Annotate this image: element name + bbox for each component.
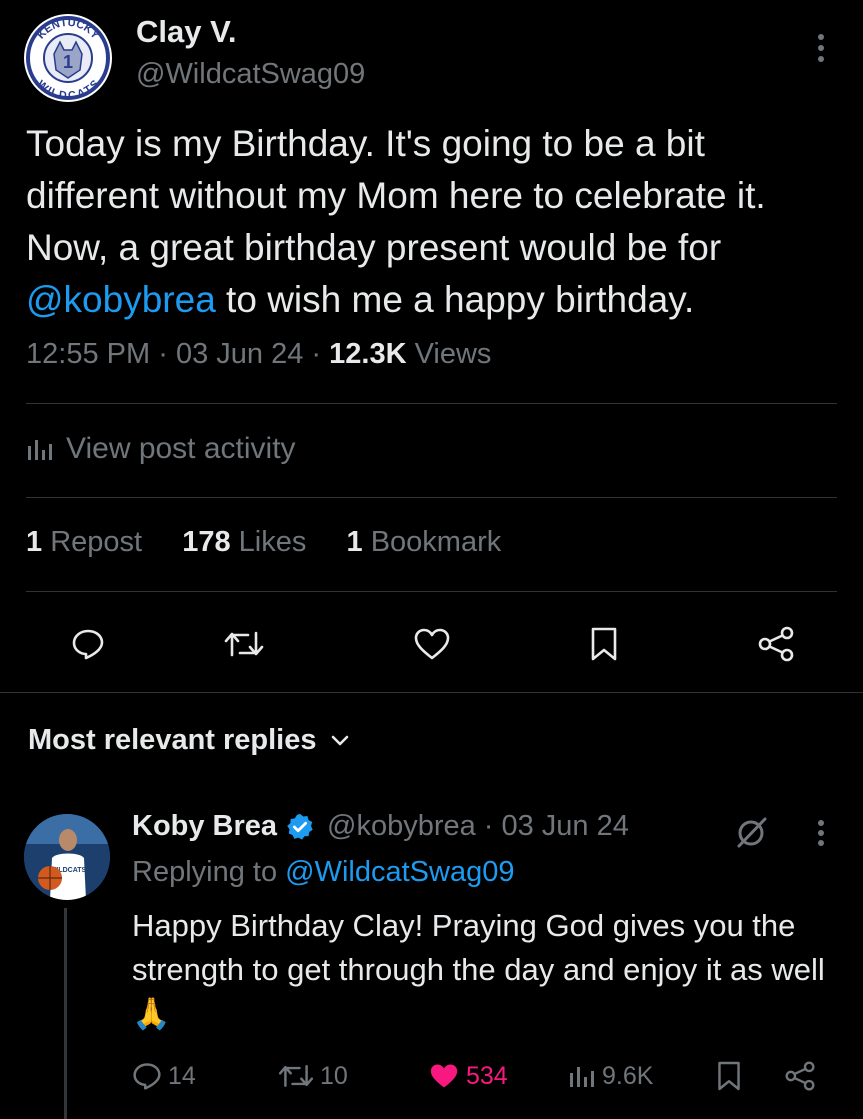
likes-stat[interactable]: 178 Likes bbox=[182, 526, 306, 558]
logo-number: 1 bbox=[63, 52, 73, 72]
divider bbox=[26, 403, 837, 404]
player-photo: WILDCATS bbox=[24, 814, 110, 900]
replying-to-handle-link[interactable]: @WildcatSwag09 bbox=[285, 856, 514, 888]
reply-avatar[interactable]: WILDCATS bbox=[24, 814, 110, 900]
reply-share-button[interactable] bbox=[784, 1058, 816, 1094]
replies-sort-label: Most relevant replies bbox=[28, 724, 317, 756]
likes-label: Likes bbox=[238, 526, 307, 558]
more-options-button[interactable] bbox=[806, 30, 836, 66]
view-post-activity-link[interactable]: View post activity bbox=[26, 432, 296, 466]
more-vertical-icon bbox=[818, 820, 824, 846]
repost-button[interactable] bbox=[220, 620, 268, 668]
reply-views-button[interactable]: 9.6K bbox=[568, 1058, 653, 1094]
reply-reply-button[interactable]: 14 bbox=[132, 1058, 196, 1094]
reply-date[interactable]: 03 Jun 24 bbox=[501, 810, 628, 843]
reply-repost-count: 10 bbox=[320, 1061, 348, 1090]
verified-badge-icon bbox=[287, 813, 313, 840]
divider bbox=[26, 591, 837, 592]
heart-icon bbox=[414, 628, 450, 660]
bookmark-button[interactable] bbox=[580, 620, 628, 668]
reply-view-count: 9.6K bbox=[602, 1061, 654, 1090]
bookmark-icon bbox=[718, 1061, 740, 1091]
section-divider bbox=[0, 692, 863, 693]
tweet-date[interactable]: 03 Jun 24 bbox=[176, 338, 303, 370]
repost-icon bbox=[278, 1065, 314, 1087]
replies-sort-dropdown[interactable]: Most relevant replies bbox=[28, 724, 349, 757]
tweet-text-start: Today is my Birthday. It's going to be a… bbox=[26, 123, 766, 268]
likes-count: 178 bbox=[182, 526, 231, 558]
reply-header: Koby Brea @kobybrea · 03 Jun 24 bbox=[132, 810, 629, 843]
engagement-stats: 1 Repost 178 Likes 1 Bookmark bbox=[26, 526, 501, 559]
reply-author-handle[interactable]: @kobybrea bbox=[327, 810, 476, 843]
author-avatar[interactable]: KENTUCKY WILDCATS 1 bbox=[24, 14, 112, 102]
reply-like-count: 534 bbox=[466, 1061, 508, 1090]
analytics-icon bbox=[570, 1067, 594, 1087]
tweet-time[interactable]: 12:55 PM bbox=[26, 338, 150, 370]
tweet-text: Today is my Birthday. It's going to be a… bbox=[26, 118, 841, 326]
share-icon bbox=[758, 626, 794, 662]
replying-to-label: Replying to bbox=[132, 856, 278, 888]
share-icon bbox=[785, 1061, 815, 1091]
repost-icon bbox=[224, 631, 264, 657]
views-count: 12.3K bbox=[329, 338, 407, 370]
bookmarks-stat[interactable]: 1 Bookmark bbox=[347, 526, 502, 558]
reply-icon bbox=[72, 629, 104, 660]
reposts-label: Repost bbox=[50, 526, 143, 558]
mention-link[interactable]: @kobybrea bbox=[26, 279, 216, 320]
bookmarks-count: 1 bbox=[346, 526, 363, 558]
view-post-activity-label: View post activity bbox=[66, 432, 296, 465]
bookmark-icon bbox=[591, 627, 617, 661]
reply-author-name[interactable]: Koby Brea bbox=[132, 810, 277, 843]
reply-repost-button[interactable]: 10 bbox=[278, 1058, 348, 1094]
heart-filled-icon bbox=[430, 1064, 458, 1088]
grok-button[interactable] bbox=[732, 812, 772, 852]
tweet-meta: 12:55 PM · 03 Jun 24 · 12.3K Views bbox=[26, 338, 491, 371]
reply-meta-separator: · bbox=[483, 810, 494, 842]
reply-more-options-button[interactable] bbox=[806, 816, 836, 850]
views-label: Views bbox=[414, 338, 492, 370]
bookmarks-label: Bookmark bbox=[370, 526, 502, 558]
grok-icon bbox=[737, 817, 767, 848]
more-vertical-icon bbox=[818, 34, 824, 62]
reposts-stat[interactable]: 1 Repost bbox=[26, 526, 142, 558]
divider bbox=[26, 497, 837, 498]
kentucky-wildcats-logo: KENTUCKY WILDCATS 1 bbox=[25, 15, 111, 102]
author-name[interactable]: Clay V. bbox=[136, 14, 237, 50]
replying-to-line: Replying to @WildcatSwag09 bbox=[132, 856, 514, 889]
analytics-icon bbox=[28, 440, 52, 460]
reply-text: Happy Birthday Clay! Praying God gives y… bbox=[132, 908, 825, 1031]
like-button[interactable] bbox=[408, 620, 456, 668]
tweet-text-end: to wish me a happy birthday. bbox=[215, 279, 695, 320]
meta-separator: · bbox=[311, 338, 322, 370]
author-handle[interactable]: @WildcatSwag09 bbox=[136, 58, 365, 91]
reply-like-button[interactable]: 534 bbox=[428, 1058, 508, 1094]
thread-line bbox=[64, 908, 67, 1119]
share-button[interactable] bbox=[752, 620, 800, 668]
reply-icon bbox=[133, 1063, 161, 1090]
reply-bookmark-button[interactable] bbox=[716, 1058, 742, 1094]
chevron-down-icon bbox=[331, 735, 348, 745]
reply-reply-count: 14 bbox=[168, 1061, 196, 1090]
meta-separator: · bbox=[158, 338, 168, 370]
reposts-count: 1 bbox=[26, 526, 43, 558]
reply-button[interactable] bbox=[64, 620, 112, 668]
